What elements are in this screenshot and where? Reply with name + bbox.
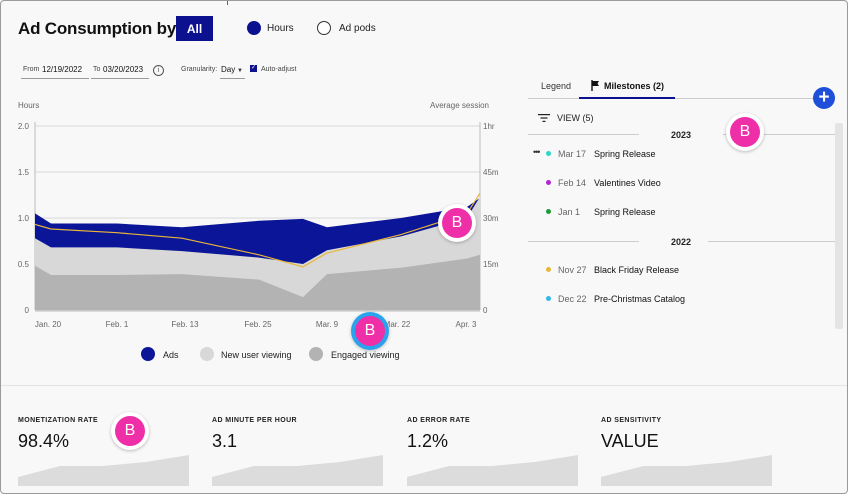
y2-tick-label: 45m [483, 168, 499, 177]
avatar[interactable]: B [111, 412, 149, 450]
milestone-color-dot [546, 209, 551, 214]
view-filter-button[interactable]: VIEW (5) [557, 113, 594, 123]
year-heading-2022: 2022 [671, 237, 692, 247]
avatar[interactable]: B [351, 312, 389, 350]
legend-ads-label: Ads [163, 350, 179, 360]
milestone-date: Nov 27 [558, 265, 587, 275]
year-heading-2023: 2023 [671, 130, 692, 140]
milestone-date: Jan 1 [558, 207, 581, 217]
y-tick-label: 2.0 [18, 122, 30, 131]
milestone-color-dot [546, 151, 551, 156]
legend-new-user-swatch [200, 347, 214, 361]
metric-value: 3.1 [212, 431, 238, 451]
metric-sparkline [18, 455, 189, 486]
x-tick-label: Apr. 3 [456, 320, 477, 329]
y2-tick-label: 0 [483, 306, 488, 315]
app-frame: Ad Consumption by All Hours Ad pods From… [0, 0, 848, 494]
year-divider [708, 241, 835, 242]
plus-icon[interactable]: + [813, 87, 835, 109]
more-icon[interactable]: ••• [533, 147, 541, 157]
milestone-date: Feb 14 [558, 178, 587, 188]
year-divider [528, 134, 639, 135]
avatar[interactable]: B [726, 113, 764, 151]
section-divider [1, 385, 847, 386]
y-tick-label: 0.5 [18, 260, 30, 269]
metric-sparkline [212, 455, 383, 486]
milestone-color-dot [546, 267, 551, 272]
metric-label: AD ERROR RATE [407, 417, 471, 424]
x-tick-label: Feb. 1 [106, 320, 129, 329]
tab-milestones[interactable]: Milestones (2) [604, 81, 664, 91]
milestone-date: Mar 17 [558, 149, 587, 159]
x-tick-label: Mar. 9 [316, 320, 339, 329]
scrollbar[interactable] [835, 123, 843, 329]
y2-tick-label: 1hr [483, 122, 495, 131]
y-tick-label: 1.0 [18, 214, 30, 223]
x-tick-label: Jan. 20 [35, 320, 62, 329]
avatar[interactable]: B [438, 204, 476, 242]
legend-engaged-swatch [309, 347, 323, 361]
metric-value: 98.4% [18, 431, 70, 451]
metric-sparkline [407, 455, 578, 486]
flag-icon [591, 80, 599, 91]
milestone-color-dot [546, 296, 551, 301]
tab-legend[interactable]: Legend [541, 81, 571, 91]
metric-label: AD SENSITIVITY [601, 417, 662, 424]
milestone-name[interactable]: Pre-Christmas Catalog [594, 294, 685, 304]
tab-divider [528, 98, 835, 99]
metric-value: VALUE [601, 431, 659, 451]
tab-active-indicator [579, 97, 675, 99]
milestone-name[interactable]: Spring Release [594, 207, 656, 217]
x-tick-label: Feb. 25 [244, 320, 272, 329]
filter-icon[interactable] [538, 113, 550, 123]
metric-sparkline [601, 455, 772, 486]
milestone-name[interactable]: Black Friday Release [594, 265, 679, 275]
x-tick-label: Feb. 13 [171, 320, 199, 329]
metric-label: MONETIZATION RATE [18, 417, 99, 424]
y-tick-label: 1.5 [18, 168, 30, 177]
y-tick-label: 0 [25, 306, 30, 315]
milestone-color-dot [546, 180, 551, 185]
metric-label: AD MINUTE PER HOUR [212, 417, 297, 424]
legend-new-user-label: New user viewing [221, 350, 292, 360]
y2-tick-label: 30m [483, 214, 499, 223]
legend-engaged-label: Engaged viewing [331, 350, 400, 360]
milestone-date: Dec 22 [558, 294, 587, 304]
y2-tick-label: 15m [483, 260, 499, 269]
milestone-name[interactable]: Valentines Video [594, 178, 661, 188]
metric-value: 1.2% [407, 431, 449, 451]
milestone-name[interactable]: Spring Release [594, 149, 656, 159]
legend-ads-swatch [141, 347, 155, 361]
year-divider [528, 241, 639, 242]
